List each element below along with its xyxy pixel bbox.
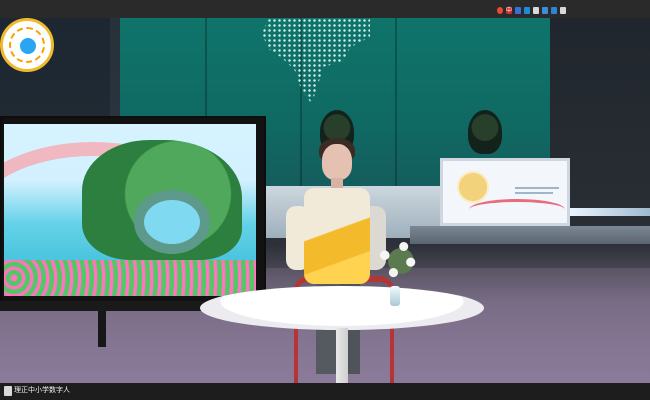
left-display-foot [98,311,106,347]
grid-icon[interactable] [551,7,557,14]
red-ribbon [469,199,565,220]
right-display [440,158,570,226]
moon-icon[interactable] [515,7,521,14]
shirt-icon[interactable] [542,7,548,14]
table-base [336,328,348,383]
video-call-window: 中 理正中小学数字人 [0,0,650,400]
input-method-icon[interactable]: 中 [506,7,512,14]
left-display [0,116,266,305]
neck [331,178,343,188]
presentation-logo [457,171,489,203]
flower-field [4,260,256,296]
logo-center [20,38,36,54]
screen-line [515,192,553,194]
screen-line [515,187,559,189]
network-icon[interactable] [497,7,503,14]
mic-icon[interactable] [524,7,530,14]
round-table [200,286,484,330]
system-tray: 中 [497,7,566,14]
digital-human [286,138,386,374]
status-bar: 理正中小学数字人 [0,383,650,400]
status-caption: 理正中小学数字人 [14,386,70,394]
broadcast-scene [0,18,650,383]
school-logo [0,18,54,72]
wrench-icon[interactable] [560,7,566,14]
stone-arch [134,190,210,254]
file-icon [4,386,12,396]
sweater [304,188,370,284]
plant-decor [468,110,502,154]
scenic-screen [4,124,256,296]
right-desk [410,226,650,244]
keyboard-icon[interactable] [533,7,539,14]
wall-divider [395,18,397,188]
flower-bouquet [374,232,428,290]
face [322,144,352,180]
light-strip [570,208,650,216]
glass-vase [390,286,400,306]
